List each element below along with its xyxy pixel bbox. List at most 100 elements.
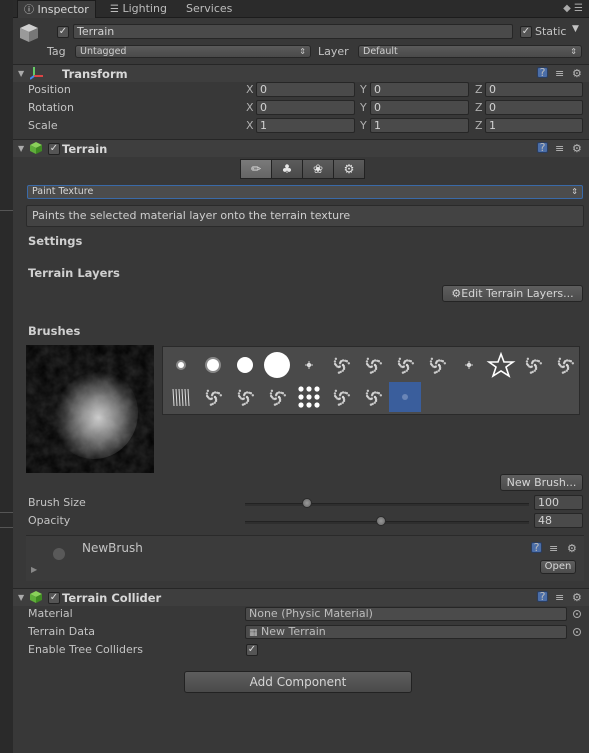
static-dropdown-arrow-icon[interactable]: ▼ (572, 24, 579, 34)
settings-gear-icon[interactable]: ⚙ (572, 142, 582, 155)
opacity-slider-handle[interactable] (376, 516, 387, 526)
open-brush-button[interactable]: Open (540, 560, 576, 574)
scale-z-field[interactable]: 1 (485, 118, 583, 133)
object-picker-icon[interactable] (573, 610, 581, 618)
brush-thumbnail[interactable] (229, 382, 261, 412)
detail-tool-button[interactable]: ❀ (302, 159, 334, 179)
lock-icon[interactable]: ◆ (563, 3, 571, 14)
help-book-icon[interactable]: ? (531, 542, 542, 553)
brush-size-slider-handle[interactable] (302, 498, 313, 508)
terrain-collider-enabled-checkbox[interactable]: ✓ (48, 592, 60, 604)
brush-thumbnail[interactable] (261, 382, 293, 412)
preset-icon[interactable]: ≡ (549, 542, 558, 555)
opacity-slider-track[interactable] (245, 521, 529, 524)
help-book-icon[interactable]: ? (537, 67, 548, 78)
brush-thumbnail[interactable] (517, 350, 549, 380)
static-checkbox[interactable]: ✓ (520, 26, 532, 38)
transform-axes-icon (30, 67, 43, 80)
brush-thumbnail[interactable] (293, 350, 325, 380)
settings-gear-icon[interactable]: ⚙ (572, 591, 582, 604)
new-brush-button[interactable]: New Brush... (500, 474, 583, 491)
brush-thumbnail[interactable] (325, 382, 357, 412)
position-z-field[interactable]: 0 (485, 82, 583, 97)
brush-thumbnail[interactable] (421, 350, 453, 380)
static-label: Static (535, 25, 567, 38)
paint-brush-icon: ✏ (250, 162, 262, 176)
tab-inspector[interactable]: ⓘ Inspector (17, 0, 96, 18)
fold-arrow-icon[interactable]: ▼ (18, 593, 24, 602)
preset-icon[interactable]: ≡ (555, 142, 564, 155)
brush-thumbnail[interactable] (165, 382, 197, 412)
tab-lighting[interactable]: ☰ Lighting (110, 0, 167, 18)
settings-gear-icon[interactable]: ⚙ (572, 67, 582, 80)
paint-brush-tool-button[interactable]: ✏ (240, 159, 272, 179)
layer-value: Default (363, 46, 398, 57)
object-name-input[interactable]: Terrain (73, 24, 513, 39)
help-book-icon[interactable]: ? (537, 591, 548, 602)
rotation-z-field[interactable]: 0 (485, 100, 583, 115)
active-checkbox[interactable]: ✓ (57, 26, 69, 38)
material-label: Material (28, 607, 73, 620)
brush-size-slider-track[interactable] (245, 503, 529, 506)
fold-arrow-icon[interactable]: ▼ (18, 69, 24, 78)
brush-thumbnail[interactable] (325, 350, 357, 380)
brush-name-label: NewBrush (82, 541, 143, 555)
add-component-button[interactable]: Add Component (184, 671, 412, 693)
opacity-label: Opacity (28, 514, 71, 527)
brush-size-field[interactable]: 100 (534, 495, 583, 510)
preset-icon[interactable]: ≡ (555, 67, 564, 80)
brush-thumbnail[interactable] (549, 350, 581, 380)
terrain-mode-value: Paint Texture (32, 186, 94, 197)
terrain-enabled-checkbox[interactable]: ✓ (48, 143, 60, 155)
brush-thumbnail[interactable] (485, 350, 517, 380)
tree-tool-button[interactable]: ♣ (271, 159, 303, 179)
help-book-icon[interactable]: ? (537, 142, 548, 153)
opacity-field[interactable]: 48 (534, 513, 583, 528)
scale-y-field[interactable]: 1 (370, 118, 469, 133)
tab-services[interactable]: Services (186, 0, 232, 18)
brush-thumbnail[interactable] (261, 350, 293, 380)
terrain-data-value: New Terrain (261, 625, 326, 638)
rotation-x-field[interactable]: 0 (256, 100, 355, 115)
tag-value: Untagged (80, 46, 127, 57)
terrain-data-object-field[interactable]: ▦ New Terrain (245, 625, 567, 639)
enable-tree-colliders-checkbox[interactable]: ✓ (246, 644, 258, 656)
brush-thumbnail[interactable] (357, 382, 389, 412)
terrain-mode-dropdown[interactable]: Paint Texture ⇕ (27, 185, 583, 199)
settings-heading: Settings (28, 234, 83, 248)
component-header-icons: ? ≡ ⚙ (537, 591, 587, 605)
gameobject-cube-icon (20, 24, 38, 42)
brush-thumbnail[interactable] (293, 382, 325, 412)
settings-gear-icon[interactable]: ⚙ (567, 542, 577, 555)
position-y-field[interactable]: 0 (370, 82, 469, 97)
brush-thumbnail[interactable] (389, 382, 421, 412)
brush-thumbnail[interactable] (197, 382, 229, 412)
detail-icon: ❀ (312, 162, 324, 176)
layer-dropdown[interactable]: Default ⇕ (358, 45, 582, 58)
rotation-y-field[interactable]: 0 (370, 100, 469, 115)
brush-thumbnail[interactable] (197, 350, 229, 380)
brush-thumbnail[interactable] (165, 350, 197, 380)
expand-arrow-icon[interactable]: ▶ (31, 565, 37, 574)
terrain-collider-icon (30, 591, 42, 603)
axis-y-label: Y (360, 83, 367, 96)
fold-arrow-icon[interactable]: ▼ (18, 144, 24, 153)
layer-label: Layer (318, 45, 349, 58)
brush-thumbnail[interactable] (453, 350, 485, 380)
brush-asset-thumbnail (53, 548, 65, 560)
terrain-settings-tool-button[interactable]: ⚙ (333, 159, 365, 179)
brush-thumbnail[interactable] (389, 350, 421, 380)
tag-dropdown[interactable]: Untagged ⇕ (75, 45, 311, 58)
material-object-field[interactable]: None (Physic Material) (245, 607, 567, 621)
tab-options-menu[interactable]: ◆ ☰ (563, 3, 583, 14)
axis-x-label: X (246, 119, 254, 132)
axis-x-label: X (246, 101, 254, 114)
brush-thumbnail[interactable] (357, 350, 389, 380)
preset-icon[interactable]: ≡ (555, 591, 564, 604)
scale-x-field[interactable]: 1 (256, 118, 355, 133)
object-picker-icon[interactable] (573, 628, 581, 636)
brush-thumbnail[interactable] (229, 350, 261, 380)
edit-terrain-layers-button[interactable]: ⚙Edit Terrain Layers... (442, 285, 583, 302)
position-x-field[interactable]: 0 (256, 82, 355, 97)
menu-icon[interactable]: ☰ (574, 3, 583, 14)
